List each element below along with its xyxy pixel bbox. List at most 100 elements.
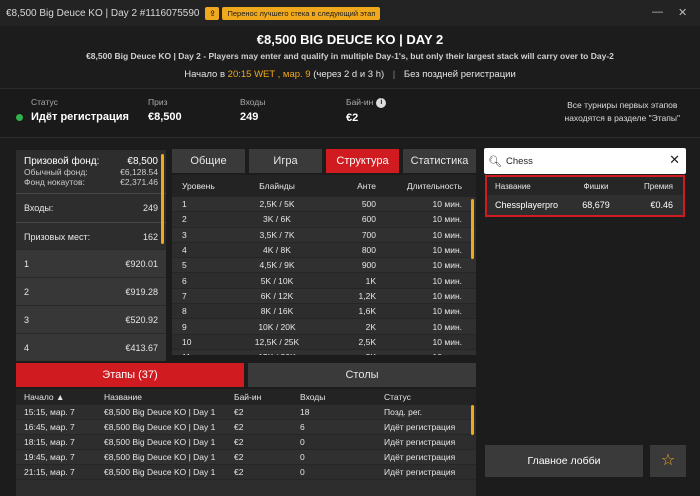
stage-row[interactable]: 19:45, мар. 7 €8,500 Big Deuce KO | Day 1… bbox=[16, 450, 476, 465]
stage-buyin: €2 bbox=[234, 467, 244, 477]
info-icon[interactable]: i bbox=[376, 97, 387, 108]
level-number: 7 bbox=[182, 290, 187, 301]
stages-scrollbar[interactable] bbox=[471, 405, 474, 435]
title-bar: €8,500 Big Deuce KO | Day 2 #1116075590 … bbox=[0, 0, 700, 26]
col-duration[interactable]: Длительность bbox=[392, 181, 476, 191]
start-relative: (через 2 d и 3 h) bbox=[313, 69, 385, 80]
stage-entries: 0 bbox=[300, 452, 305, 462]
stage-row[interactable]: 21:15, мар. 7 €8,500 Big Deuce KO | Day 1… bbox=[16, 465, 476, 480]
tab-stages[interactable]: Этапы (37) bbox=[16, 363, 244, 387]
duration-value: 10 мин. bbox=[432, 306, 462, 317]
buyin-value: €2 bbox=[346, 111, 359, 124]
col-bounty[interactable]: Премия bbox=[621, 182, 683, 191]
tab-statistics[interactable]: Статистика bbox=[403, 149, 476, 173]
blinds-value: 3K / 6K bbox=[263, 214, 291, 225]
late-registration: Без поздней регистрации bbox=[403, 69, 516, 80]
prize-panel-scrollbar[interactable] bbox=[161, 154, 164, 244]
blinds-scrollbar[interactable] bbox=[471, 199, 474, 259]
ante-value: 1K bbox=[365, 275, 376, 286]
entries-value: 249 bbox=[240, 111, 259, 123]
stage-entries: 0 bbox=[300, 467, 305, 477]
result-row[interactable]: Chessplayerpro 68,679 €0.46 bbox=[487, 195, 683, 215]
stage-start: 15:15, мар. 7 bbox=[24, 407, 75, 417]
blinds-header: Уровень Блайнды Анте Длительность bbox=[172, 175, 476, 197]
buyin-label: Бай-ин bbox=[346, 97, 374, 107]
col-start[interactable]: Начало ▲ bbox=[16, 392, 104, 402]
col-blinds[interactable]: Блайнды bbox=[222, 181, 332, 191]
entries-label: Входы bbox=[240, 97, 266, 107]
duration-value: 10 мин. bbox=[432, 245, 462, 256]
col-level[interactable]: Уровень bbox=[172, 181, 222, 191]
blinds-value: 2,5K / 5K bbox=[259, 199, 295, 210]
stage-buyin: €2 bbox=[234, 407, 244, 417]
stage-entries: 6 bbox=[300, 422, 305, 432]
tab-game[interactable]: Игра bbox=[249, 149, 322, 173]
paid-places-value: 162 bbox=[142, 232, 158, 242]
col-stage-status[interactable]: Статус bbox=[384, 392, 476, 402]
place-amount: €920.01 bbox=[125, 258, 158, 269]
stages-note-line2: находятся в разделе "Этапы" bbox=[564, 113, 680, 123]
stage-start: 21:15, мар. 7 bbox=[24, 467, 75, 477]
place-number: 3 bbox=[24, 314, 30, 325]
minimize-button[interactable]: — bbox=[652, 6, 663, 18]
col-stage-entries[interactable]: Входы bbox=[300, 392, 384, 402]
blind-level-row: 7 6K / 12K 1,2K 10 мин. bbox=[172, 288, 476, 305]
blinds-table: Уровень Блайнды Анте Длительность 1 2,5K … bbox=[172, 175, 476, 355]
status-stat: Статус Идёт регистрация bbox=[16, 97, 129, 123]
prize-place-row: 2 €919.28 bbox=[16, 277, 166, 305]
prize-place-row: 4 €413.67 bbox=[16, 333, 166, 361]
duration-value: 10 мин. bbox=[392, 352, 476, 355]
tournament-header: €8,500 BIG DEUCE KO | DAY 2 €8,500 Big D… bbox=[0, 26, 700, 88]
level-number: 11 bbox=[172, 352, 222, 355]
stage-row[interactable]: 16:45, мар. 7 €8,500 Big Deuce KO | Day 1… bbox=[16, 420, 476, 435]
stage-start: 19:45, мар. 7 bbox=[24, 452, 75, 462]
star-icon[interactable]: ☆ bbox=[650, 445, 686, 477]
tab-tables[interactable]: Столы bbox=[248, 363, 476, 387]
search-input[interactable] bbox=[506, 155, 656, 167]
prize-pool-value: €8,500 bbox=[127, 156, 158, 167]
ante-value: 600 bbox=[361, 214, 376, 225]
ko-pool-label: Фонд нокаутов: bbox=[24, 177, 85, 187]
duration-value: 10 мин. bbox=[432, 275, 462, 286]
blinds-value: 4,5K / 9K bbox=[259, 260, 295, 271]
stage-status: Позд. рег. bbox=[384, 407, 423, 417]
blinds-value: 8K / 16K bbox=[260, 306, 294, 317]
stage-row[interactable]: 15:15, мар. 7 €8,500 Big Deuce KO | Day 1… bbox=[16, 405, 476, 420]
ante-value: 500 bbox=[361, 199, 376, 210]
tab-general[interactable]: Общие bbox=[172, 149, 245, 173]
stage-name: €8,500 Big Deuce KO | Day 1 bbox=[104, 452, 216, 462]
info-tabs: Общие Игра Структура Статистика bbox=[172, 149, 476, 173]
prize-label: Приз bbox=[148, 97, 168, 107]
duration-value: 10 мин. bbox=[432, 290, 462, 301]
stages-header: Начало ▲ Название Бай-ин Входы Статус bbox=[16, 389, 476, 405]
bottom-tabs: Этапы (37) Столы bbox=[16, 363, 476, 387]
level-number: 9 bbox=[182, 321, 187, 332]
stage-entries: 18 bbox=[300, 407, 310, 417]
tab-structure[interactable]: Структура bbox=[326, 149, 399, 173]
level-number: 5 bbox=[182, 260, 187, 271]
col-stage-name[interactable]: Название bbox=[104, 392, 234, 402]
blind-level-row: 9 10K / 20K 2K 10 мин. bbox=[172, 319, 476, 335]
stages-note-line1: Все турниры первых этапов bbox=[567, 100, 678, 110]
level-number: 3 bbox=[182, 229, 187, 240]
stage-row[interactable]: 18:15, мар. 7 €8,500 Big Deuce KO | Day 1… bbox=[16, 435, 476, 450]
stage-status: Идёт регистрация bbox=[384, 452, 456, 462]
duration-value: 10 мин. bbox=[432, 199, 462, 210]
col-name[interactable]: Название bbox=[487, 182, 571, 191]
prize-pool-label: Призовой фонд: bbox=[24, 156, 100, 167]
stage-name: €8,500 Big Deuce KO | Day 1 bbox=[104, 437, 216, 447]
main-lobby-button[interactable]: Главное лобби bbox=[485, 445, 643, 477]
col-ante[interactable]: Анте bbox=[332, 181, 392, 191]
clear-search-icon[interactable]: ✕ bbox=[669, 152, 680, 168]
ante-value: 900 bbox=[361, 260, 376, 271]
prize-place-row: 1 €920.01 bbox=[16, 249, 166, 277]
stage-status: Идёт регистрация bbox=[384, 467, 456, 477]
ante-value: 700 bbox=[361, 229, 376, 240]
entries-stat: Входы 249 bbox=[240, 97, 265, 123]
col-stage-buyin[interactable]: Бай-ин bbox=[234, 392, 300, 402]
regular-pool-label: Обычный фонд: bbox=[24, 167, 88, 177]
stage-start: 18:15, мар. 7 bbox=[24, 437, 75, 447]
window-title: €8,500 Big Deuce KO | Day 2 #1116075590 bbox=[6, 7, 200, 19]
col-chips[interactable]: Фишки bbox=[571, 182, 621, 191]
close-window-button[interactable]: ✕ bbox=[678, 6, 687, 19]
